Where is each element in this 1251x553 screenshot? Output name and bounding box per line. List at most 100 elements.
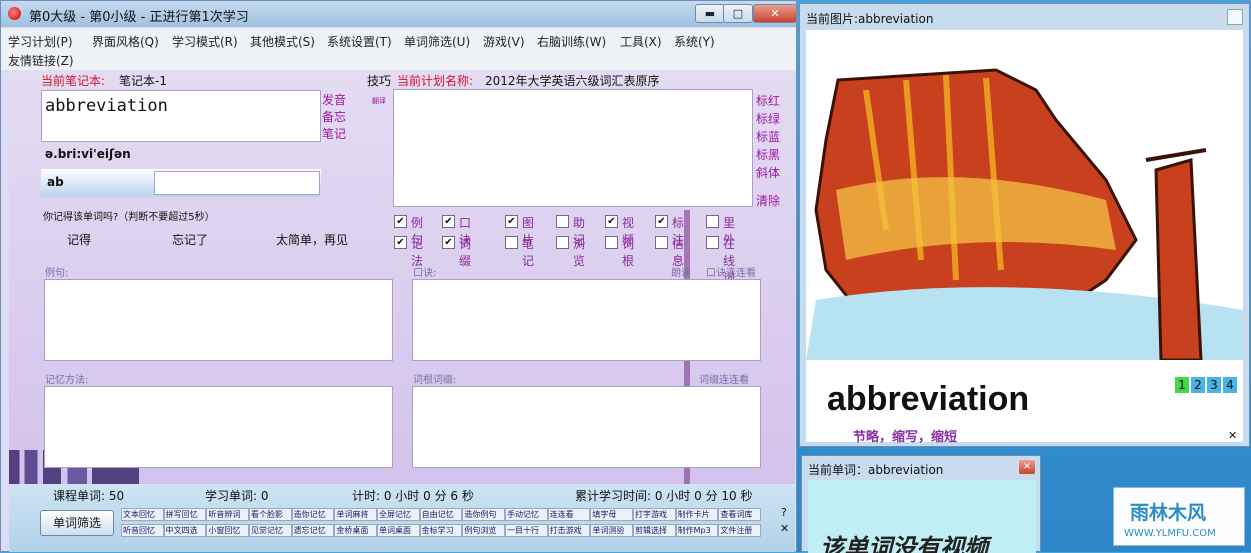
close-button[interactable]: ✕ — [753, 4, 797, 23]
menu-other-mode[interactable]: 其他模式(S) — [250, 33, 315, 50]
recall-question: 你记得该单词吗?（判断不要超过5秒） — [43, 212, 215, 223]
example-box[interactable] — [44, 279, 393, 361]
picture-window-close-button[interactable] — [1227, 9, 1243, 25]
mini-button[interactable]: 一目十行 — [505, 524, 548, 537]
menu-interface-style[interactable]: 界面风格(Q) — [92, 33, 159, 50]
page-1-button[interactable]: 1 — [1175, 377, 1189, 393]
mark-black-link[interactable]: 标黑 — [756, 146, 780, 163]
course-words: 课程单词: 50 — [53, 489, 125, 503]
mini-button[interactable]: 金标学习 — [419, 524, 463, 537]
mini-button[interactable]: 制作Mp3 — [675, 524, 719, 537]
mini-button[interactable]: 单词桌面 — [377, 524, 420, 537]
current-word-close-button[interactable]: ✕ — [1019, 460, 1035, 474]
menu-study-plan[interactable]: 学习计划(P) — [8, 33, 73, 50]
checkbox-box[interactable]: ✔ — [655, 215, 668, 228]
close-icon[interactable]: ✕ — [780, 522, 789, 535]
checkbox-label: 笔记 — [522, 237, 535, 268]
mini-button[interactable]: 全屏记忆 — [377, 508, 420, 521]
checkbox-label: 浏览 — [573, 237, 586, 268]
checkbox-box[interactable] — [556, 215, 569, 228]
checkbox-box[interactable]: ✔ — [505, 215, 518, 228]
checkbox-box[interactable] — [505, 236, 518, 249]
mark-red-link[interactable]: 标红 — [756, 92, 780, 109]
mini-button[interactable]: 拼写回忆 — [163, 508, 207, 521]
memo-link[interactable]: 备忘 — [322, 108, 346, 125]
mini-button[interactable]: 造你记忆 — [291, 508, 335, 521]
caption-close-icon[interactable]: ✕ — [1228, 429, 1237, 442]
read-link[interactable]: 朗读 — [671, 264, 691, 279]
affix-match-link[interactable]: 词缀连连看 — [699, 371, 749, 386]
page-3-button[interactable]: 3 — [1207, 377, 1221, 393]
checkbox-box[interactable]: ✔ — [442, 236, 455, 249]
checkbox-box[interactable]: ✔ — [394, 236, 407, 249]
mini-button[interactable]: 看个脸影 — [249, 508, 292, 521]
italic-link[interactable]: 斜体 — [756, 164, 780, 181]
mini-button[interactable]: 例句浏览 — [462, 524, 505, 537]
help-icon[interactable]: ? — [781, 506, 787, 519]
mini-button[interactable]: 文件注册 — [718, 524, 761, 537]
checkbox-box[interactable]: ✔ — [442, 215, 455, 228]
mini-button[interactable]: 自由记忆 — [419, 508, 463, 521]
mini-button[interactable]: 听音回忆 — [121, 524, 164, 537]
work-area: 当前笔记本: 笔记本-1 技巧 当前计划名称: 2012年大学英语六级词汇表原序… — [9, 70, 795, 484]
checkbox-box[interactable] — [655, 236, 668, 249]
mini-button[interactable]: 手动记忆 — [505, 508, 548, 521]
checkbox-box[interactable]: ✔ — [605, 215, 618, 228]
mini-button[interactable]: 剪辑选择 — [633, 524, 676, 537]
pronounce-link[interactable]: 发音 — [322, 91, 346, 108]
mini-button[interactable]: 单词麻将 — [334, 508, 377, 521]
main-window: 第0大级 - 第0小级 - 正进行第1次学习 ▬ □ ✕ 学习计划(P) 界面风… — [0, 0, 797, 552]
menu-games[interactable]: 游戏(V) — [483, 33, 525, 50]
mini-button[interactable]: 见觉记忆 — [249, 524, 292, 537]
mini-button[interactable]: 连连看 — [547, 508, 591, 521]
mini-button[interactable]: 造你例句 — [462, 508, 505, 521]
mini-button[interactable]: 打击游戏 — [547, 524, 591, 537]
memory-method-box[interactable] — [44, 386, 393, 468]
mini-button[interactable]: 遗忘记忆 — [291, 524, 335, 537]
checkbox-box[interactable] — [706, 236, 719, 249]
checkbox-box[interactable]: ✔ — [394, 215, 407, 228]
page-4-button[interactable]: 4 — [1223, 377, 1237, 393]
mini-button[interactable]: 单词测验 — [590, 524, 633, 537]
note-link[interactable]: 笔记 — [322, 125, 346, 142]
checkbox-box[interactable] — [706, 215, 719, 228]
checkbox-box[interactable] — [605, 236, 618, 249]
spelling-input[interactable] — [154, 171, 320, 195]
menu-study-mode[interactable]: 学习模式(R) — [172, 33, 238, 50]
translate-tag[interactable]: 翻译 — [372, 96, 386, 106]
too-easy-button[interactable]: 太简单，再见 — [276, 231, 348, 248]
tips-label[interactable]: 技巧 — [367, 72, 391, 89]
mini-button[interactable]: 打字游戏 — [633, 508, 676, 521]
maximize-button[interactable]: □ — [723, 4, 753, 23]
menu-bar: 学习计划(P) 界面风格(Q) 学习模式(R) 其他模式(S) 系统设置(T) … — [1, 28, 796, 70]
minimize-button[interactable]: ▬ — [695, 4, 725, 23]
checkbox-box[interactable] — [556, 236, 569, 249]
translation-area[interactable] — [393, 89, 753, 207]
root-affix-box[interactable] — [412, 386, 761, 468]
window-title: 第0大级 - 第0小级 - 正进行第1次学习 — [29, 10, 249, 25]
mnemonic-match-link[interactable]: 口诀连连看 — [706, 264, 756, 279]
mini-button[interactable]: 金桥桌面 — [334, 524, 377, 537]
mini-button[interactable]: 文本回忆 — [121, 508, 164, 521]
word-filter-button[interactable]: 单词筛选 — [40, 510, 114, 536]
clear-link[interactable]: 清除 — [756, 192, 780, 209]
forgot-button[interactable]: 忘记了 — [172, 231, 208, 248]
menu-system-settings[interactable]: 系统设置(T) — [327, 33, 392, 50]
mini-button[interactable]: 小窗回忆 — [206, 524, 249, 537]
mnemonic-box[interactable] — [412, 279, 761, 361]
menu-friend-links[interactable]: 友情链接(Z) — [8, 52, 74, 69]
mini-button[interactable]: 听音辨词 — [206, 508, 249, 521]
remember-button[interactable]: 记得 — [67, 231, 91, 248]
mark-blue-link[interactable]: 标蓝 — [756, 128, 780, 145]
menu-right-brain[interactable]: 右脑训练(W) — [537, 33, 606, 50]
mark-green-link[interactable]: 标绿 — [756, 110, 780, 127]
mini-button[interactable]: 填字母 — [590, 508, 633, 521]
mini-button[interactable]: 查看词库 — [718, 508, 761, 521]
mini-button[interactable]: 制作卡片 — [675, 508, 719, 521]
menu-word-filter[interactable]: 单词筛选(U) — [404, 33, 470, 50]
watermark-logo: 雨林木风 WWW.YLMFU.COM — [1113, 487, 1245, 546]
menu-system[interactable]: 系统(Y) — [674, 33, 715, 50]
menu-tools[interactable]: 工具(X) — [620, 33, 662, 50]
mini-button[interactable]: 中文四选 — [163, 524, 207, 537]
page-2-button[interactable]: 2 — [1191, 377, 1205, 393]
